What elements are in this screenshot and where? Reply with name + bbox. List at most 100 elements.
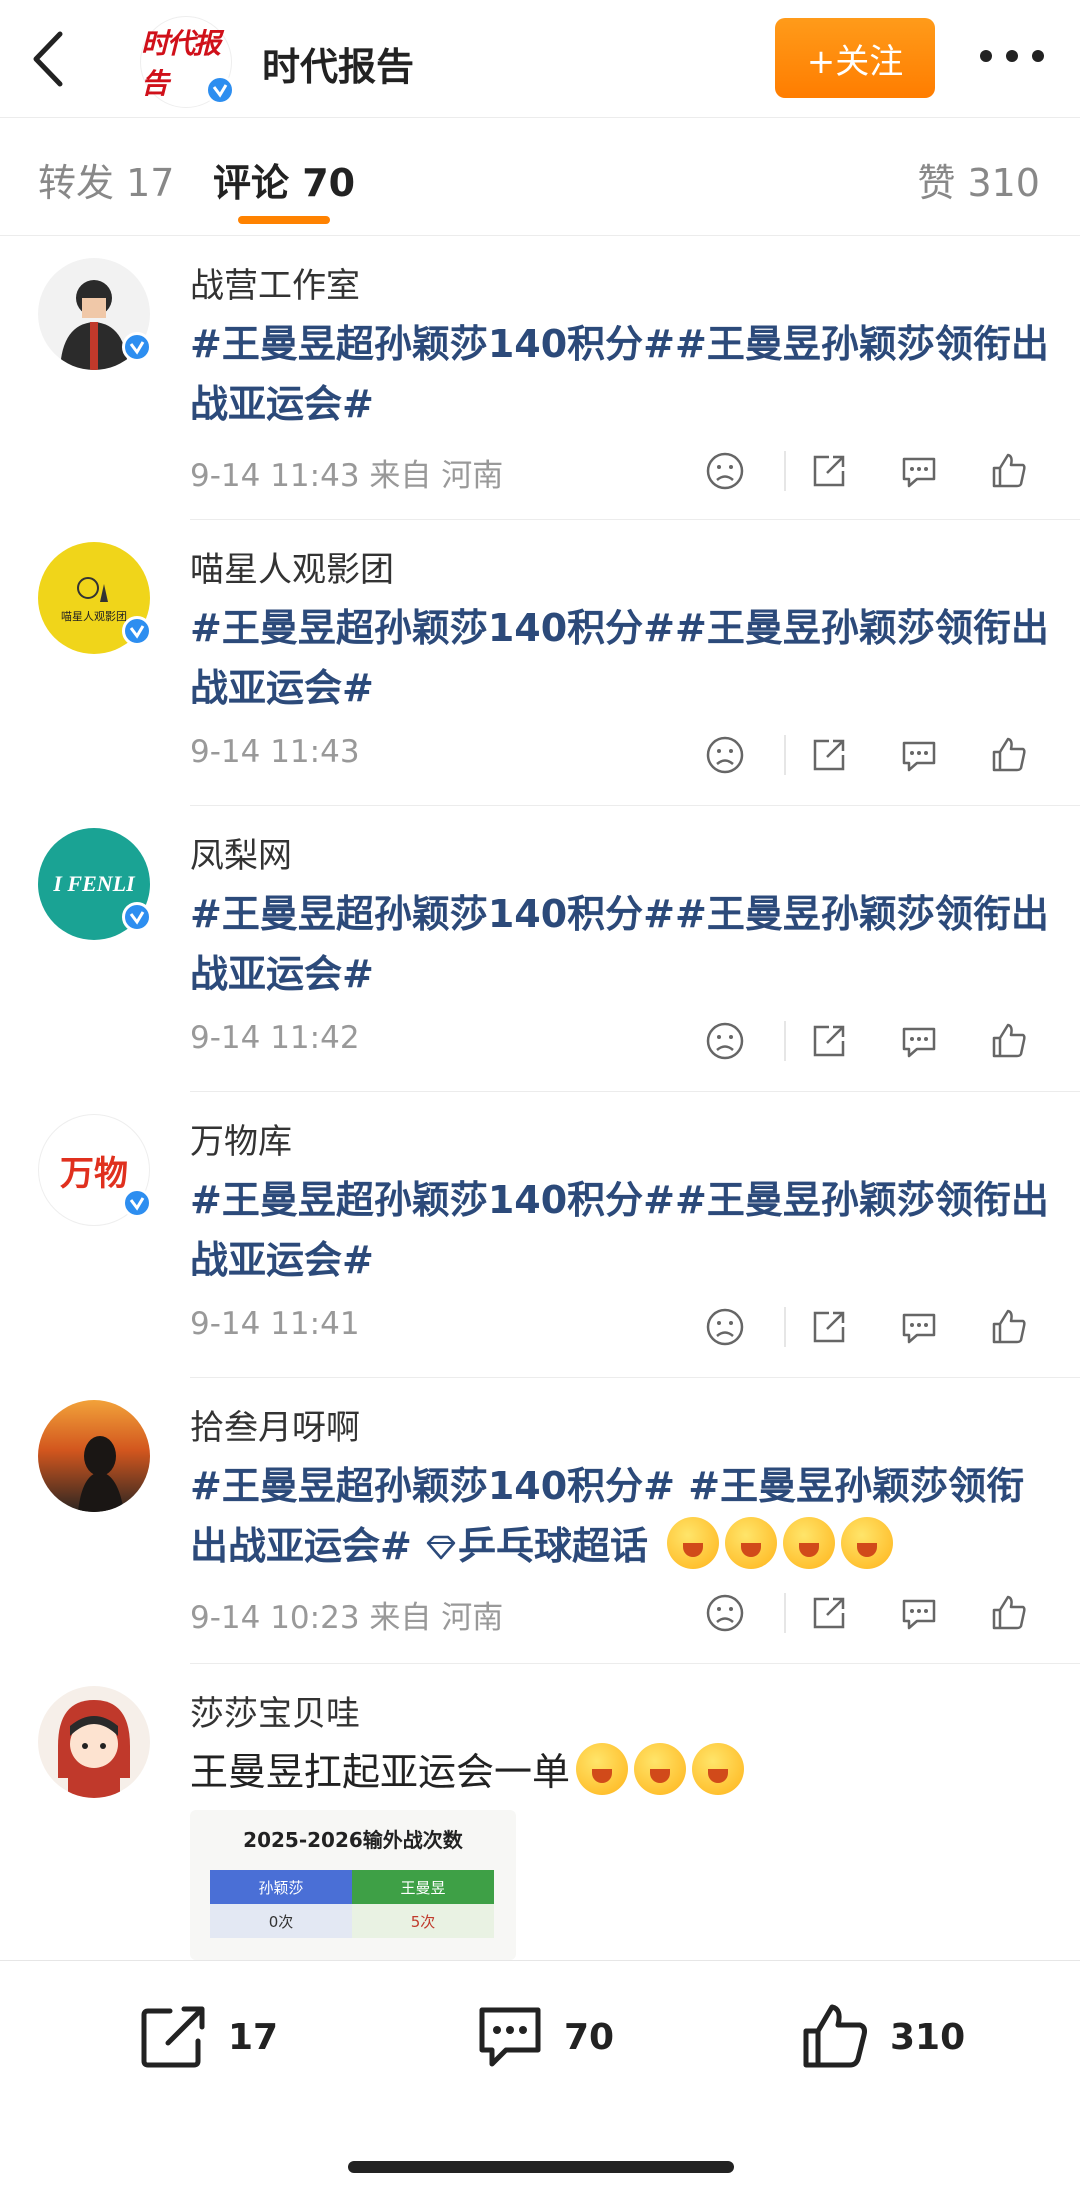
divider <box>784 735 786 775</box>
share-icon <box>813 1311 845 1343</box>
avatar[interactable] <box>38 258 152 370</box>
more-icon[interactable] <box>980 50 1044 66</box>
avatar[interactable]: I FENLI <box>38 828 152 940</box>
dislike-button[interactable] <box>700 1588 750 1638</box>
repost-button[interactable]: 17 <box>140 1997 278 2077</box>
comment-author[interactable]: 莎莎宝贝哇 <box>190 1686 360 1735</box>
back-arrow-icon <box>33 31 63 87</box>
share-button[interactable] <box>804 1588 854 1638</box>
comment-actions <box>700 446 1045 496</box>
comment-meta: 9-14 11:41 <box>190 1306 360 1342</box>
cry-laugh-emoji-icon <box>783 1517 836 1569</box>
image-table-title: 2025-2026输外战次数 <box>243 1828 463 1852</box>
dislike-button[interactable] <box>700 730 750 780</box>
comment-button[interactable]: 70 <box>476 1997 614 2077</box>
cat-logo-icon <box>77 577 108 602</box>
like-button[interactable] <box>984 1588 1034 1638</box>
avatar-text: I FENLI <box>53 871 135 896</box>
comment-text[interactable]: 王曼昱扛起亚运会一单 <box>190 1742 1050 1802</box>
comment-author[interactable]: 喵星人观影团 <box>190 542 394 591</box>
tab-bar: 转发 17 评论 70 赞 310 <box>0 118 1080 236</box>
super-topic-label: 乒乓球超话 <box>457 1524 648 1568</box>
comment-author[interactable]: 万物库 <box>190 1114 292 1163</box>
comment-text[interactable]: #王曼昱超孙颖莎140积分# #王曼昱孙颖莎领衔出战亚运会# 乒乓球超话 <box>190 1456 1050 1576</box>
reply-button[interactable] <box>894 446 944 496</box>
comment-text[interactable]: #王曼昱超孙颖莎140积分##王曼昱孙颖莎领衔出战亚运会# <box>190 598 1050 718</box>
share-button[interactable] <box>804 1016 854 1066</box>
sad-face-icon <box>706 1594 744 1632</box>
avatar-text: 万物 <box>60 1153 128 1194</box>
thumbs-up-icon <box>992 1309 1026 1344</box>
comment-item: I FENLI 凤梨网 #王曼昱超孙颖莎140积分##王曼昱孙颖莎领衔出战亚运会… <box>0 806 1080 1092</box>
comment-text[interactable]: #王曼昱超孙颖莎140积分##王曼昱孙颖莎领衔出战亚运会# <box>190 1170 1050 1290</box>
reply-button[interactable] <box>894 730 944 780</box>
divider <box>784 1593 786 1633</box>
divider <box>784 1021 786 1061</box>
cry-laugh-emoji-icon <box>841 1517 894 1569</box>
like-button[interactable]: 310 <box>800 1997 965 2077</box>
verified-icon <box>122 332 152 362</box>
share-icon <box>813 455 845 487</box>
share-button[interactable] <box>804 730 854 780</box>
follow-button[interactable]: +关注 <box>775 18 935 98</box>
dislike-button[interactable] <box>700 1016 750 1066</box>
repost-count: 17 <box>228 2016 279 2058</box>
thumbs-up-icon <box>992 453 1026 488</box>
comment-icon <box>902 457 936 488</box>
comment-item: 喵星人观影团 喵星人观影团 #王曼昱超孙颖莎140积分##王曼昱孙颖莎领衔出战亚… <box>0 520 1080 806</box>
happy-flower-emoji-icon <box>576 1743 629 1795</box>
dislike-button[interactable] <box>700 446 750 496</box>
cartoon-girl-icon <box>58 1700 130 1798</box>
verified-icon <box>122 616 152 646</box>
happy-flower-emoji-icon <box>692 1743 745 1795</box>
reply-button[interactable] <box>894 1588 944 1638</box>
comment-actions <box>700 1302 1045 1352</box>
tab-comment[interactable]: 评论 70 <box>213 152 355 207</box>
comment-actions <box>700 1016 1045 1066</box>
tab-repost[interactable]: 转发 17 <box>38 152 174 207</box>
like-button[interactable] <box>984 1302 1034 1352</box>
comment-actions <box>700 730 1045 780</box>
back-button[interactable] <box>26 28 78 90</box>
share-button[interactable] <box>804 446 854 496</box>
comment-author[interactable]: 拾叁月呀啊 <box>190 1400 360 1449</box>
comment-image[interactable]: 2025-2026输外战次数 孙颖莎 王曼昱 0次 5次 <box>190 1810 516 1960</box>
top-bar: 时代报告 时代报告 +关注 <box>0 0 1080 118</box>
reply-button[interactable] <box>894 1016 944 1066</box>
sad-face-icon <box>706 1308 744 1346</box>
home-indicator[interactable] <box>348 2161 734 2173</box>
account-avatar[interactable]: 时代报告 <box>140 16 235 108</box>
comment-item: 万物 万物库 #王曼昱超孙颖莎140积分##王曼昱孙颖莎领衔出战亚运会# 9-1… <box>0 1092 1080 1378</box>
page-title[interactable]: 时代报告 <box>262 36 414 91</box>
share-icon <box>813 1025 845 1057</box>
comment-icon <box>902 1313 936 1344</box>
tab-active-indicator <box>238 216 330 224</box>
comment-icon <box>479 2007 541 2067</box>
image-table: 孙颖莎 王曼昱 0次 5次 <box>210 1870 494 1938</box>
table-cell: 0次 <box>210 1904 352 1938</box>
share-button[interactable] <box>804 1302 854 1352</box>
tab-like[interactable]: 赞 310 <box>917 152 1040 207</box>
reply-button[interactable] <box>894 1302 944 1352</box>
super-topic-link[interactable]: 乒乓球超话 <box>424 1524 661 1568</box>
verified-icon <box>122 1188 152 1218</box>
comment-text[interactable]: #王曼昱超孙颖莎140积分##王曼昱孙颖莎领衔出战亚运会# <box>190 314 1050 434</box>
comment-author[interactable]: 凤梨网 <box>190 828 292 877</box>
like-button[interactable] <box>984 1016 1034 1066</box>
avatar[interactable] <box>38 1686 150 1798</box>
share-icon <box>813 739 845 771</box>
comment-meta: 9-14 10:23 来自 河南 <box>190 1600 504 1636</box>
thumbs-up-icon <box>992 1595 1026 1630</box>
avatar[interactable]: 万物 <box>38 1114 152 1226</box>
comment-item: 拾叁月呀啊 #王曼昱超孙颖莎140积分# #王曼昱孙颖莎领衔出战亚运会# 乒乓球… <box>0 1378 1080 1664</box>
comment-text[interactable]: #王曼昱超孙颖莎140积分##王曼昱孙颖莎领衔出战亚运会# <box>190 884 1050 1004</box>
avatar[interactable]: 喵星人观影团 <box>38 542 152 654</box>
dislike-button[interactable] <box>700 1302 750 1352</box>
like-button[interactable] <box>984 446 1034 496</box>
like-button[interactable] <box>984 730 1034 780</box>
table-cell: 5次 <box>352 1904 494 1938</box>
comment-author[interactable]: 战营工作室 <box>190 258 360 307</box>
diamond-icon <box>426 1535 456 1560</box>
comment-item: 莎莎宝贝哇 王曼昱扛起亚运会一单 <box>0 1664 1080 1960</box>
avatar[interactable] <box>38 1400 150 1512</box>
